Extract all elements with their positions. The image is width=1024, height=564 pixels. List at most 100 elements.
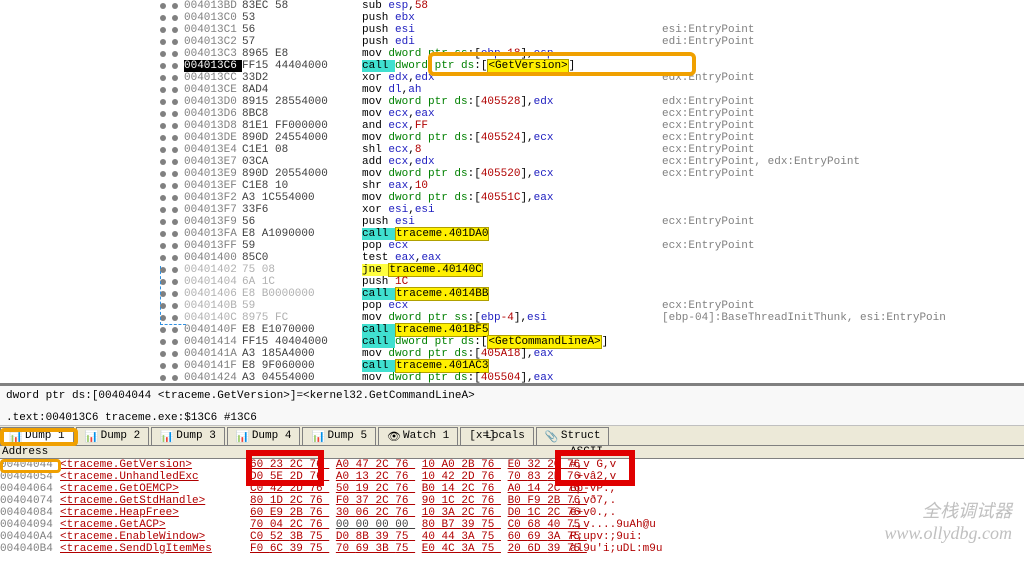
disasm-row[interactable]: 00401406E8 B0000000call traceme.4014BB xyxy=(0,288,1024,300)
address[interactable]: 004013CC xyxy=(184,72,242,84)
disasm-row[interactable]: 004013CE8AD4mov dl,ah xyxy=(0,84,1024,96)
xref xyxy=(662,264,1022,276)
address[interactable]: 004013E4 xyxy=(184,144,242,156)
address[interactable]: 00401404 xyxy=(184,276,242,288)
xref: [ebp-04]:BaseThreadInitThunk, esi:EntryP… xyxy=(662,312,1022,324)
dump-row[interactable]: 004040A4<traceme.EnableWindow>C0 52 3B 7… xyxy=(0,531,1024,543)
instruction: call traceme.401DA0 xyxy=(362,228,662,240)
disassembly-pane[interactable]: 004013BD83EC 58sub esp,58004013C053push … xyxy=(0,0,1024,384)
address[interactable]: 0040140C xyxy=(184,312,242,324)
address[interactable]: 004013DE xyxy=(184,132,242,144)
disasm-row[interactable]: 0040141AA3 185A4000mov dword ptr ds:[405… xyxy=(0,348,1024,360)
address[interactable]: 00401406 xyxy=(184,288,242,300)
address[interactable]: 004013D8 xyxy=(184,120,242,132)
address[interactable]: 00401402 xyxy=(184,264,242,276)
address[interactable]: 004013E7 xyxy=(184,156,242,168)
dump-ascii: #,v G,v xyxy=(570,459,690,471)
address[interactable]: 00401400 xyxy=(184,252,242,264)
dump-row[interactable]: 00404044<traceme.GetVersion>60 23 2C 76 … xyxy=(0,459,1024,471)
tab-dump-2[interactable]: 📊Dump 2 xyxy=(76,427,150,445)
instruction: shr eax,10 xyxy=(362,180,662,192)
address[interactable]: 004013C0 xyxy=(184,12,242,24)
address[interactable]: 004013D0 xyxy=(184,96,242,108)
address[interactable]: 00401424 xyxy=(184,372,242,383)
address[interactable]: 004013FF xyxy=(184,240,242,252)
disasm-row[interactable]: 004013C257push ediedi:EntryPoint xyxy=(0,36,1024,48)
disasm-row[interactable]: 004013C053push ebx xyxy=(0,12,1024,24)
address[interactable]: 004013F7 xyxy=(184,204,242,216)
address[interactable]: 004013F9 xyxy=(184,216,242,228)
tab-dump-5[interactable]: 📊Dump 5 xyxy=(302,427,376,445)
xref: ecx:EntryPoint xyxy=(662,168,1022,180)
instruction: xor esi,esi xyxy=(362,204,662,216)
disasm-row[interactable]: 004013FF59pop ecxecx:EntryPoint xyxy=(0,240,1024,252)
xref xyxy=(662,204,1022,216)
address[interactable]: 004013C6 xyxy=(184,60,242,72)
disasm-row[interactable]: 004013C156push esiesi:EntryPoint xyxy=(0,24,1024,36)
disasm-row[interactable]: 004013F956push esiecx:EntryPoint xyxy=(0,216,1024,228)
tab-locals[interactable]: [x=]Locals xyxy=(460,427,534,445)
address[interactable]: 004013D6 xyxy=(184,108,242,120)
xref: edx:EntryPoint xyxy=(662,72,1022,84)
struct-icon: 📎 xyxy=(545,430,557,442)
disasm-row[interactable]: 004013E4C1E1 08shl ecx,8ecx:EntryPoint xyxy=(0,144,1024,156)
disasm-row[interactable]: 004013D881E1 FF000000and ecx,FFecx:Entry… xyxy=(0,120,1024,132)
tab-dump-4[interactable]: 📊Dump 4 xyxy=(227,427,301,445)
disasm-row[interactable]: 004013EFC1E8 10shr eax,10 xyxy=(0,180,1024,192)
dump-symbol: <traceme.EnableWindow> xyxy=(60,531,250,543)
address[interactable]: 004013BD xyxy=(184,0,242,12)
address[interactable]: 00401414 xyxy=(184,336,242,348)
disasm-row[interactable]: 0040140085C0test eax,eax xyxy=(0,252,1024,264)
disasm-row[interactable]: 004013D68BC8mov ecx,eaxecx:EntryPoint xyxy=(0,108,1024,120)
address[interactable]: 0040141A xyxy=(184,348,242,360)
dump-row[interactable]: 00404094<traceme.GetACP>70 04 2C 76 00 0… xyxy=(0,519,1024,531)
disasm-row[interactable]: 004013C6FF15 44404000call dword ptr ds:[… xyxy=(0,60,1024,72)
address[interactable]: 004013C2 xyxy=(184,36,242,48)
disasm-row[interactable]: 004013FAE8 A1090000call traceme.401DA0 xyxy=(0,228,1024,240)
disasm-row[interactable]: 004013DE890D 24554000mov dword ptr ds:[4… xyxy=(0,132,1024,144)
instruction: mov dword ptr ds:[405504],eax xyxy=(362,372,662,383)
instruction: pop ecx xyxy=(362,300,662,312)
disasm-row[interactable]: 004013F2A3 1C554000mov dword ptr ds:[405… xyxy=(0,192,1024,204)
disasm-row[interactable]: 00401414FF15 40404000call dword ptr ds:[… xyxy=(0,336,1024,348)
disasm-row[interactable]: 0040141FE8 9F060000call traceme.401AC3 xyxy=(0,360,1024,372)
tab-dump-3[interactable]: 📊Dump 3 xyxy=(151,427,225,445)
disasm-row[interactable]: 004013F733F6xor esi,esi xyxy=(0,204,1024,216)
dump-row[interactable]: 004040B4<traceme.SendDlgItemMesF0 6C 39 … xyxy=(0,543,1024,555)
address[interactable]: 004013C3 xyxy=(184,48,242,60)
dump-row[interactable]: 00404084<traceme.HeapFree>60 E9 2B 76 30… xyxy=(0,507,1024,519)
disasm-row[interactable]: 004014046A 1Cpush 1C xyxy=(0,276,1024,288)
tab-watch-1[interactable]: 👁Watch 1 xyxy=(378,427,458,445)
tab-dump-1[interactable]: 📊Dump 1 xyxy=(0,427,74,445)
disasm-row[interactable]: 004013E703CAadd ecx,edxecx:EntryPoint, e… xyxy=(0,156,1024,168)
disasm-row[interactable]: 004013E9890D 20554000mov dword ptr ds:[4… xyxy=(0,168,1024,180)
dump-hex: C0 42 2D 76 50 19 2C 76 B0 14 2C 76 A0 1… xyxy=(250,483,570,495)
xref xyxy=(662,192,1022,204)
address[interactable]: 004013F2 xyxy=(184,192,242,204)
disasm-row[interactable]: 00401424A3 04554000mov dword ptr ds:[405… xyxy=(0,372,1024,383)
address[interactable]: 004013EF xyxy=(184,180,242,192)
info-pane: dword ptr ds:[00404044 <traceme.GetVersi… xyxy=(0,384,1024,426)
instruction: call dword ptr ds:[<GetCommandLineA>] xyxy=(362,336,662,348)
tab-struct[interactable]: 📎Struct xyxy=(536,427,610,445)
address[interactable]: 004013CE xyxy=(184,84,242,96)
dump-row[interactable]: 00404054<traceme.UnhandledExcD0 5E 2D 76… xyxy=(0,471,1024,483)
disasm-row[interactable]: 004013CC33D2xor edx,edxedx:EntryPoint xyxy=(0,72,1024,84)
address[interactable]: 0040140F xyxy=(184,324,242,336)
address[interactable]: 004013E9 xyxy=(184,168,242,180)
disasm-row[interactable]: 0040140C8975 FCmov dword ptr ss:[ebp-4],… xyxy=(0,312,1024,324)
watch-icon: 👁 xyxy=(387,430,399,442)
dump-row[interactable]: 00404074<traceme.GetStdHandle>80 1D 2C 7… xyxy=(0,495,1024,507)
dump-tabs[interactable]: 📊Dump 1📊Dump 2📊Dump 3📊Dump 4📊Dump 5👁Watc… xyxy=(0,426,1024,446)
dump-pane[interactable]: Address ASCII 00404044<traceme.GetVersio… xyxy=(0,446,1024,564)
address[interactable]: 004013FA xyxy=(184,228,242,240)
disasm-row[interactable]: 004013BD83EC 58sub esp,58 xyxy=(0,0,1024,12)
address[interactable]: 004013C1 xyxy=(184,24,242,36)
disasm-row[interactable]: 0040140B59pop ecxecx:EntryPoint xyxy=(0,300,1024,312)
dump-row[interactable]: 00404064<traceme.GetOEMCP>C0 42 2D 76 50… xyxy=(0,483,1024,495)
disasm-row[interactable]: 004013D08915 28554000mov dword ptr ds:[4… xyxy=(0,96,1024,108)
disasm-row[interactable]: 0040140275 08jne traceme.40140C xyxy=(0,264,1024,276)
address[interactable]: 0040141F xyxy=(184,360,242,372)
watermark: 全栈调试器 www.ollydbg.com xyxy=(884,500,1012,544)
address[interactable]: 0040140B xyxy=(184,300,242,312)
